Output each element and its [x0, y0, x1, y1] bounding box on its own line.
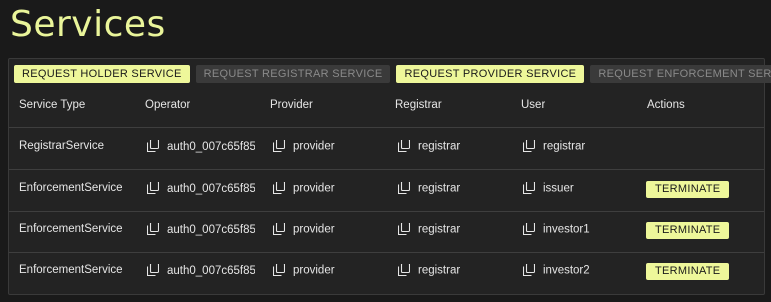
operator-cell-text: auth0_007c65f85: [167, 140, 255, 153]
copy-icon[interactable]: [273, 264, 285, 276]
column-header-operator: Operator: [145, 99, 191, 111]
table-row: RegistrarService auth0_007c65f85 provider r…: [9, 128, 764, 170]
operator-cell: auth0_007c65f85: [147, 140, 255, 153]
service-type-cell: RegistrarService: [19, 140, 104, 152]
service-type-cell: EnforcementService: [19, 223, 123, 235]
registrar-cell: registrar: [398, 140, 460, 153]
registrar-cell-text: registrar: [418, 182, 461, 195]
request-holder-service-button[interactable]: REQUEST HOLDER SERVICE: [14, 65, 190, 83]
user-cell-text: issuer: [543, 182, 574, 195]
toolbar: REQUEST HOLDER SERVICE REQUEST REGISTRAR…: [14, 65, 771, 83]
copy-icon[interactable]: [398, 140, 410, 152]
page-title: Services: [10, 4, 166, 45]
provider-cell: provider: [273, 223, 335, 236]
request-registrar-service-button[interactable]: REQUEST REGISTRAR SERVICE: [195, 65, 391, 83]
column-header-user: User: [521, 99, 546, 111]
user-cell-text: registrar: [543, 140, 586, 153]
user-cell: issuer: [523, 182, 574, 195]
copy-icon[interactable]: [398, 223, 410, 235]
copy-icon[interactable]: [523, 264, 535, 276]
registrar-cell-text: registrar: [418, 264, 461, 277]
copy-icon[interactable]: [147, 223, 159, 235]
copy-icon[interactable]: [398, 182, 410, 194]
table-row: EnforcementService auth0_007c65f85 provide…: [9, 170, 764, 212]
service-type-cell: EnforcementService: [19, 264, 123, 276]
terminate-button[interactable]: TERMINATE: [646, 181, 730, 198]
service-type-cell: EnforcementService: [19, 182, 123, 194]
operator-cell: auth0_007c65f85: [147, 182, 255, 195]
copy-icon[interactable]: [398, 264, 410, 276]
operator-cell-text: auth0_007c65f85: [167, 264, 255, 277]
operator-cell: auth0_007c65f85: [147, 264, 255, 277]
user-cell: registrar: [523, 140, 585, 153]
request-provider-service-button[interactable]: REQUEST PROVIDER SERVICE: [396, 65, 585, 83]
user-cell-text: investor1: [543, 223, 590, 236]
service-type-cell-text: RegistrarService: [19, 140, 104, 152]
table-header: Service Type Operator Provider Registrar…: [9, 89, 764, 128]
registrar-cell-text: registrar: [418, 223, 461, 236]
column-header-service-type: Service Type: [19, 99, 86, 111]
column-header-actions: Actions: [647, 99, 685, 111]
provider-cell-text: provider: [293, 223, 335, 236]
copy-icon[interactable]: [273, 182, 285, 194]
registrar-cell-text: registrar: [418, 140, 461, 153]
column-header-registrar: Registrar: [395, 99, 442, 111]
operator-cell-text: auth0_007c65f85: [167, 182, 255, 195]
provider-cell-text: provider: [293, 182, 335, 195]
copy-icon[interactable]: [147, 264, 159, 276]
provider-cell: provider: [273, 264, 335, 277]
terminate-button[interactable]: TERMINATE: [646, 222, 730, 239]
user-cell-text: investor2: [543, 264, 590, 277]
registrar-cell: registrar: [398, 182, 460, 195]
copy-icon[interactable]: [273, 140, 285, 152]
operator-cell: auth0_007c65f85: [147, 223, 255, 236]
service-type-cell-text: EnforcementService: [19, 182, 123, 194]
terminate-button[interactable]: TERMINATE: [646, 263, 730, 280]
copy-icon[interactable]: [273, 223, 285, 235]
request-enforcement-service-button[interactable]: REQUEST ENFORCEMENT SERVICE: [590, 65, 771, 83]
copy-icon[interactable]: [147, 140, 159, 152]
service-type-cell-text: EnforcementService: [19, 264, 123, 276]
user-cell: investor1: [523, 223, 590, 236]
table-row: EnforcementService auth0_007c65f85 provide…: [9, 252, 764, 293]
column-header-provider: Provider: [270, 99, 313, 111]
provider-cell-text: provider: [293, 140, 335, 153]
provider-cell-text: provider: [293, 264, 335, 277]
registrar-cell: registrar: [398, 264, 460, 277]
copy-icon[interactable]: [523, 223, 535, 235]
registrar-cell: registrar: [398, 223, 460, 236]
copy-icon[interactable]: [523, 140, 535, 152]
provider-cell: provider: [273, 140, 335, 153]
operator-cell-text: auth0_007c65f85: [167, 223, 255, 236]
copy-icon[interactable]: [147, 182, 159, 194]
provider-cell: provider: [273, 182, 335, 195]
services-panel: REQUEST HOLDER SERVICE REQUEST REGISTRAR…: [8, 58, 771, 295]
user-cell: investor2: [523, 264, 590, 277]
service-type-cell-text: EnforcementService: [19, 223, 123, 235]
table-row: EnforcementService auth0_007c65f85 provide…: [9, 211, 764, 253]
copy-icon[interactable]: [523, 182, 535, 194]
